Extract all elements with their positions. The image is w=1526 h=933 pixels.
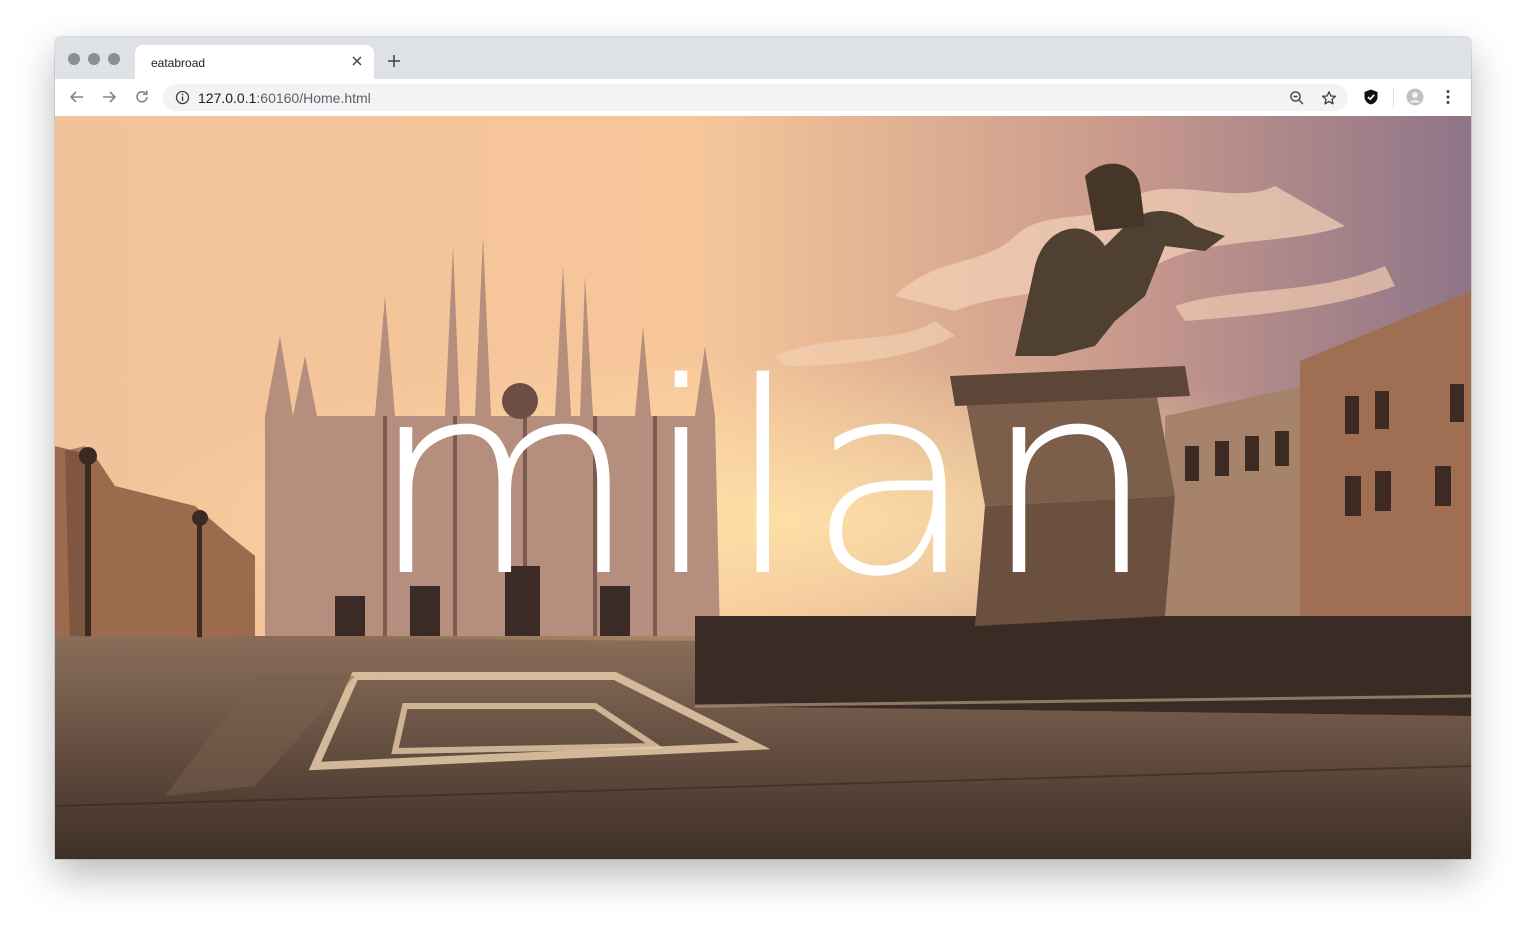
close-icon[interactable] [350,54,364,68]
browser-toolbar: 127.0.0.1:60160/Home.html [55,79,1471,117]
shield-icon[interactable] [1362,88,1380,106]
back-icon[interactable] [68,88,86,106]
url-path: :60160/Home.html [256,90,371,106]
star-icon[interactable] [1321,90,1337,106]
plus-icon[interactable] [387,54,401,68]
info-icon[interactable] [175,90,190,105]
hero-title: milan [368,327,1162,635]
tab-title: eatabroad [151,56,206,70]
window-close-dot[interactable] [68,53,80,65]
zoom-icon[interactable] [1289,90,1305,106]
forward-icon[interactable] [100,88,118,106]
browser-tab[interactable]: eatabroad [135,45,374,79]
tab-strip: eatabroad [55,37,1471,79]
url-host: 127.0.0.1 [198,90,257,106]
window-zoom-dot[interactable] [108,53,120,65]
profile-icon[interactable] [1406,88,1424,106]
url-text[interactable]: 127.0.0.1:60160/Home.html [198,90,371,106]
hero-section: milan [55,116,1471,859]
menu-icon[interactable] [1439,88,1457,106]
reload-icon[interactable] [133,88,151,106]
browser-window: eatabroad 127.0.0.1:60160/Home.html mila… [55,37,1471,859]
toolbar-divider [1393,89,1394,107]
address-bar[interactable]: 127.0.0.1:60160/Home.html [163,84,1348,111]
window-minimize-dot[interactable] [88,53,100,65]
